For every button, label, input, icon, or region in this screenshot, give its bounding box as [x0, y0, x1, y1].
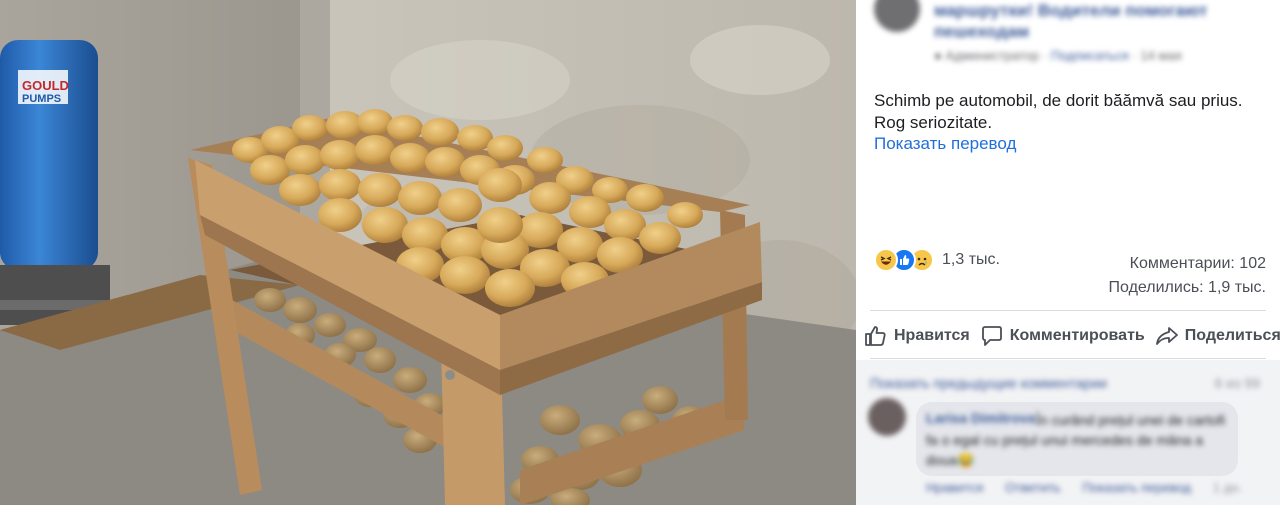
admin-icon: ●: [934, 48, 942, 63]
show-translation-link[interactable]: Показать перевод: [874, 134, 1016, 154]
post-action-bar: Нравится Комментировать Поделиться: [864, 322, 1280, 350]
svg-text:GOULD: GOULD: [22, 78, 69, 93]
share-button-label: Поделиться: [1184, 327, 1280, 344]
comment-actions: Нравится Ответить Показать перевод 1 дн.: [926, 480, 1260, 495]
haha-icon: [874, 248, 898, 272]
reaction-count: 1,3 тыс.: [942, 251, 1000, 268]
post-text-line: Schimb pe automobil, de dorit bă̆ămvă sa…: [874, 91, 1243, 110]
comment-like-link[interactable]: Нравится: [926, 480, 983, 495]
post-text-line: Rog seriozitate.: [874, 113, 993, 132]
meta-separator: ·: [1042, 48, 1051, 63]
comment-time[interactable]: 1 дн.: [1213, 480, 1242, 495]
comment-icon: [981, 326, 1002, 346]
like-button-label: Нравится: [894, 327, 970, 344]
post-stats: Комментарии: 102 Поделились: 1,9 тыс.: [1109, 252, 1266, 300]
share-button[interactable]: Поделиться: [1155, 325, 1280, 347]
svg-text:PUMPS: PUMPS: [22, 93, 61, 105]
comments-count-link[interactable]: Комментарии: 102: [1109, 252, 1266, 276]
comment-button-label: Комментировать: [1009, 327, 1145, 344]
commenter-name-link[interactable]: Larisa Dimitrova: [926, 410, 1036, 426]
meta-role: Администратор: [945, 48, 1040, 63]
post-meta: ● Администратор · Подписаться · 14 мая: [934, 48, 1182, 63]
view-previous-comments-link[interactable]: Показать предыдущие комментарии: [870, 375, 1107, 391]
group-avatar[interactable]: [874, 0, 920, 32]
comment-reply-link[interactable]: Ответить: [1005, 480, 1061, 495]
comments-section: Показать предыдущие комментарии 6 из 99 …: [856, 360, 1280, 505]
post-time[interactable]: 14 мая: [1140, 48, 1181, 63]
comment-button[interactable]: Комментировать: [980, 325, 1145, 347]
thumbs-up-icon: [865, 326, 886, 346]
comments-pagination-count: 6 из 99: [1214, 375, 1260, 391]
shares-count-link[interactable]: Поделились: 1,9 тыс.: [1109, 276, 1266, 300]
share-icon: [1155, 327, 1178, 345]
post-photo[interactable]: GOULD PUMPS: [0, 0, 856, 505]
follow-link[interactable]: Подписаться: [1051, 48, 1129, 63]
divider: [870, 358, 1266, 359]
post-text: Schimb pe automobil, de dorit bă̆ămvă sa…: [874, 90, 1270, 134]
commenter-avatar[interactable]: [868, 398, 906, 436]
reactions-summary[interactable]: 1,3 тыс.: [874, 248, 1000, 272]
potato-storage-photo: GOULD PUMPS: [0, 0, 856, 505]
post-side-panel: маршрутки! Водители помогают пешеходам ●…: [856, 0, 1280, 505]
group-name-link[interactable]: маршрутки! Водители помогают пешеходам: [934, 0, 1234, 42]
divider: [870, 310, 1266, 311]
comment-translate-link[interactable]: Показать перевод: [1082, 480, 1191, 495]
like-button[interactable]: Нравится: [864, 325, 970, 347]
